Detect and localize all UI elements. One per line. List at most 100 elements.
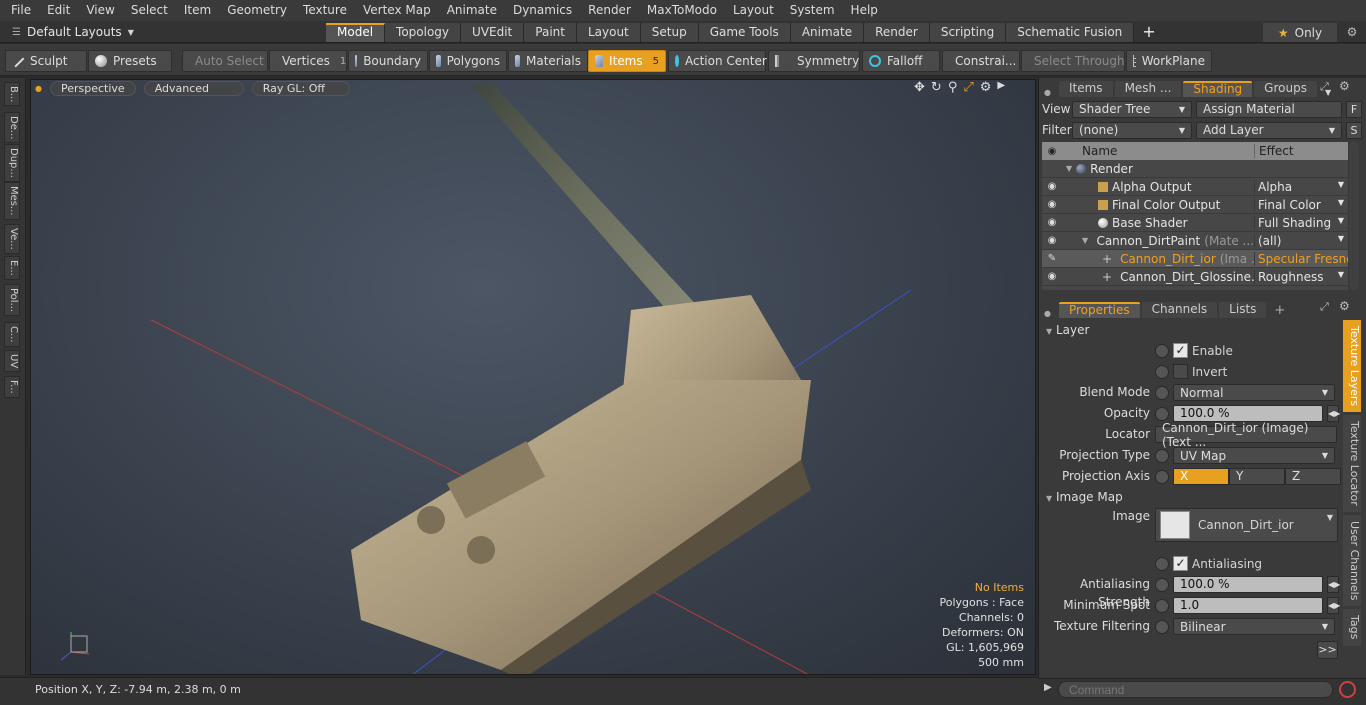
opacity-slider-icon[interactable]: ◀▶ (1327, 405, 1340, 422)
menu-animate[interactable]: Animate (439, 0, 505, 21)
tab-render[interactable]: Render (864, 23, 930, 42)
side-tab-user-channels[interactable]: User Channels (1343, 514, 1361, 607)
side-tab-texture-layers[interactable]: Texture Layers (1343, 320, 1361, 413)
workplane-button[interactable]: WorkPlane (1126, 50, 1212, 72)
axis-z-button[interactable]: Z (1285, 468, 1341, 485)
layer-section-header[interactable]: ▼ Layer (1046, 322, 1338, 338)
tab-layout[interactable]: Layout (576, 23, 641, 42)
tab-model[interactable]: Model (326, 23, 386, 42)
left-tab-e[interactable]: E... (4, 256, 20, 280)
projection-type-toggle[interactable] (1155, 448, 1169, 463)
tree-row-alpha-output[interactable]: ◉ Alpha Output Alpha ▼ (1042, 178, 1348, 196)
vertices-button[interactable]: Vertices 1 (269, 50, 347, 72)
3d-viewport[interactable] (30, 79, 1036, 675)
default-layouts-dropdown[interactable]: ☰ Default Layouts ▼ (0, 21, 150, 43)
properties-expand-icon[interactable]: ⤢ (1320, 300, 1329, 314)
constraints-button[interactable]: Constrai... (942, 50, 1020, 72)
row-effect[interactable]: Final Color ▼ (1254, 197, 1348, 212)
tab-topology[interactable]: Topology (385, 23, 462, 42)
minimum-spot-slider-icon[interactable]: ◀▶ (1327, 597, 1340, 614)
boundary-button[interactable]: Boundary (348, 50, 428, 72)
opacity-field[interactable]: 100.0 % (1173, 405, 1323, 422)
auto-select-button[interactable]: Auto Select (182, 50, 268, 72)
left-tab-b[interactable]: B... (4, 82, 20, 107)
menu-dynamics[interactable]: Dynamics (505, 0, 580, 21)
assign-material-button[interactable]: Assign Material (1196, 100, 1342, 118)
tab-groups[interactable]: Groups (1254, 81, 1317, 97)
viewport-menu-icon[interactable]: ● (35, 84, 42, 93)
add-tab-icon[interactable]: + (1134, 23, 1163, 42)
left-tab-uv[interactable]: UV (4, 350, 20, 373)
invert-checkbox[interactable] (1173, 364, 1188, 379)
tree-row-render[interactable]: ▼ Render (1042, 160, 1348, 178)
tree-row-cannon-dirt-glossiness[interactable]: ◉ + Cannon_Dirt_Glossine... Roughness ▼ (1042, 268, 1348, 286)
antialiasing-toggle[interactable] (1155, 556, 1169, 571)
falloff-button[interactable]: Falloff (862, 50, 940, 72)
eye-icon[interactable]: ◉ (1042, 146, 1062, 157)
left-tab-de[interactable]: De... (4, 112, 20, 144)
minimum-spot-field[interactable]: 1.0 (1173, 597, 1323, 614)
paint-brush-icon[interactable]: ✎ (1042, 253, 1062, 264)
texture-filtering-toggle[interactable] (1155, 619, 1169, 634)
texture-filtering-dropdown[interactable]: Bilinear ▼ (1173, 618, 1335, 635)
side-tab-texture-locator[interactable]: Texture Locator (1343, 415, 1361, 512)
tab-setup[interactable]: Setup (640, 23, 699, 42)
image-map-section-header[interactable]: ▼ Image Map (1046, 489, 1338, 505)
action-center-button[interactable]: Action Center (668, 50, 767, 72)
filter-dropdown[interactable]: (none) ▼ (1072, 121, 1192, 139)
menu-geometry[interactable]: Geometry (219, 0, 295, 21)
panel-expand-icon[interactable]: ⤢ (1320, 80, 1329, 94)
command-input[interactable] (1058, 681, 1333, 698)
left-tab-pol[interactable]: Pol... (4, 284, 20, 317)
antialiasing-control[interactable]: ✓ Antialiasing (1155, 555, 1262, 572)
axis-x-button[interactable]: X (1173, 468, 1229, 485)
tab-mesh[interactable]: Mesh ... (1114, 81, 1182, 97)
projection-axis-toggle[interactable] (1155, 469, 1169, 484)
invert-control[interactable]: Invert (1155, 363, 1227, 380)
blend-mode-toggle[interactable] (1155, 385, 1169, 400)
menu-texture[interactable]: Texture (295, 0, 355, 21)
left-tab-mes[interactable]: Mes... (4, 182, 20, 220)
gear-icon[interactable]: ⚙ (1341, 23, 1363, 42)
command-expand-icon[interactable]: ▶ (1044, 682, 1052, 693)
add-layer-dropdown[interactable]: Add Layer ▼ (1196, 121, 1342, 139)
tab-items[interactable]: Items (1058, 81, 1113, 97)
tab-animate[interactable]: Animate (790, 23, 865, 42)
eye-icon[interactable]: ◉ (1042, 181, 1062, 192)
menu-help[interactable]: Help (843, 0, 886, 21)
axis-y-button[interactable]: Y (1229, 468, 1285, 485)
viewport-gear-icon[interactable]: ⚙ (980, 80, 992, 98)
tab-channels[interactable]: Channels (1141, 302, 1218, 318)
eye-icon[interactable]: ◉ (1042, 235, 1062, 246)
items-button[interactable]: Items 5 (588, 50, 666, 72)
menu-layout[interactable]: Layout (725, 0, 782, 21)
polygons-button[interactable]: Polygons (429, 50, 507, 72)
menu-maxtomodo[interactable]: MaxToModo (639, 0, 725, 21)
tab-paint[interactable]: Paint (524, 23, 577, 42)
properties-menu-icon[interactable]: ● (1042, 309, 1057, 318)
only-toggle[interactable]: ★ Only (1263, 23, 1337, 42)
record-icon[interactable] (1339, 681, 1356, 698)
left-tab-ve[interactable]: Ve... (4, 224, 20, 254)
enable-checkbox[interactable]: ✓ (1173, 343, 1188, 358)
maximize-icon[interactable]: ⤢ (963, 80, 973, 98)
row-effect[interactable]: Alpha ▼ (1254, 179, 1348, 194)
antialiasing-checkbox[interactable]: ✓ (1173, 556, 1188, 571)
opacity-toggle[interactable] (1155, 406, 1169, 421)
enable-toggle[interactable] (1155, 343, 1169, 358)
f-button[interactable]: F (1346, 100, 1362, 118)
menu-edit[interactable]: Edit (39, 0, 78, 21)
menu-file[interactable]: File (0, 0, 39, 21)
eye-icon[interactable]: ◉ (1042, 199, 1062, 210)
zoom-icon[interactable]: ⚲ (948, 80, 958, 98)
aa-strength-toggle[interactable] (1155, 577, 1169, 592)
pan-icon[interactable]: ✥ (914, 80, 925, 98)
blend-mode-dropdown[interactable]: Normal ▼ (1173, 384, 1335, 401)
eye-icon[interactable]: ◉ (1042, 271, 1062, 282)
tree-row-cannon-dirtpaint[interactable]: ◉ ▼ Cannon_DirtPaint (Mate ... (all) ▼ (1042, 232, 1348, 250)
sculpt-button[interactable]: Sculpt (5, 50, 87, 72)
menu-view[interactable]: View (78, 0, 122, 21)
enable-control[interactable]: ✓ Enable (1155, 342, 1233, 359)
left-tab-dup[interactable]: Dup... (4, 144, 20, 182)
side-tab-tags[interactable]: Tags (1343, 609, 1361, 646)
